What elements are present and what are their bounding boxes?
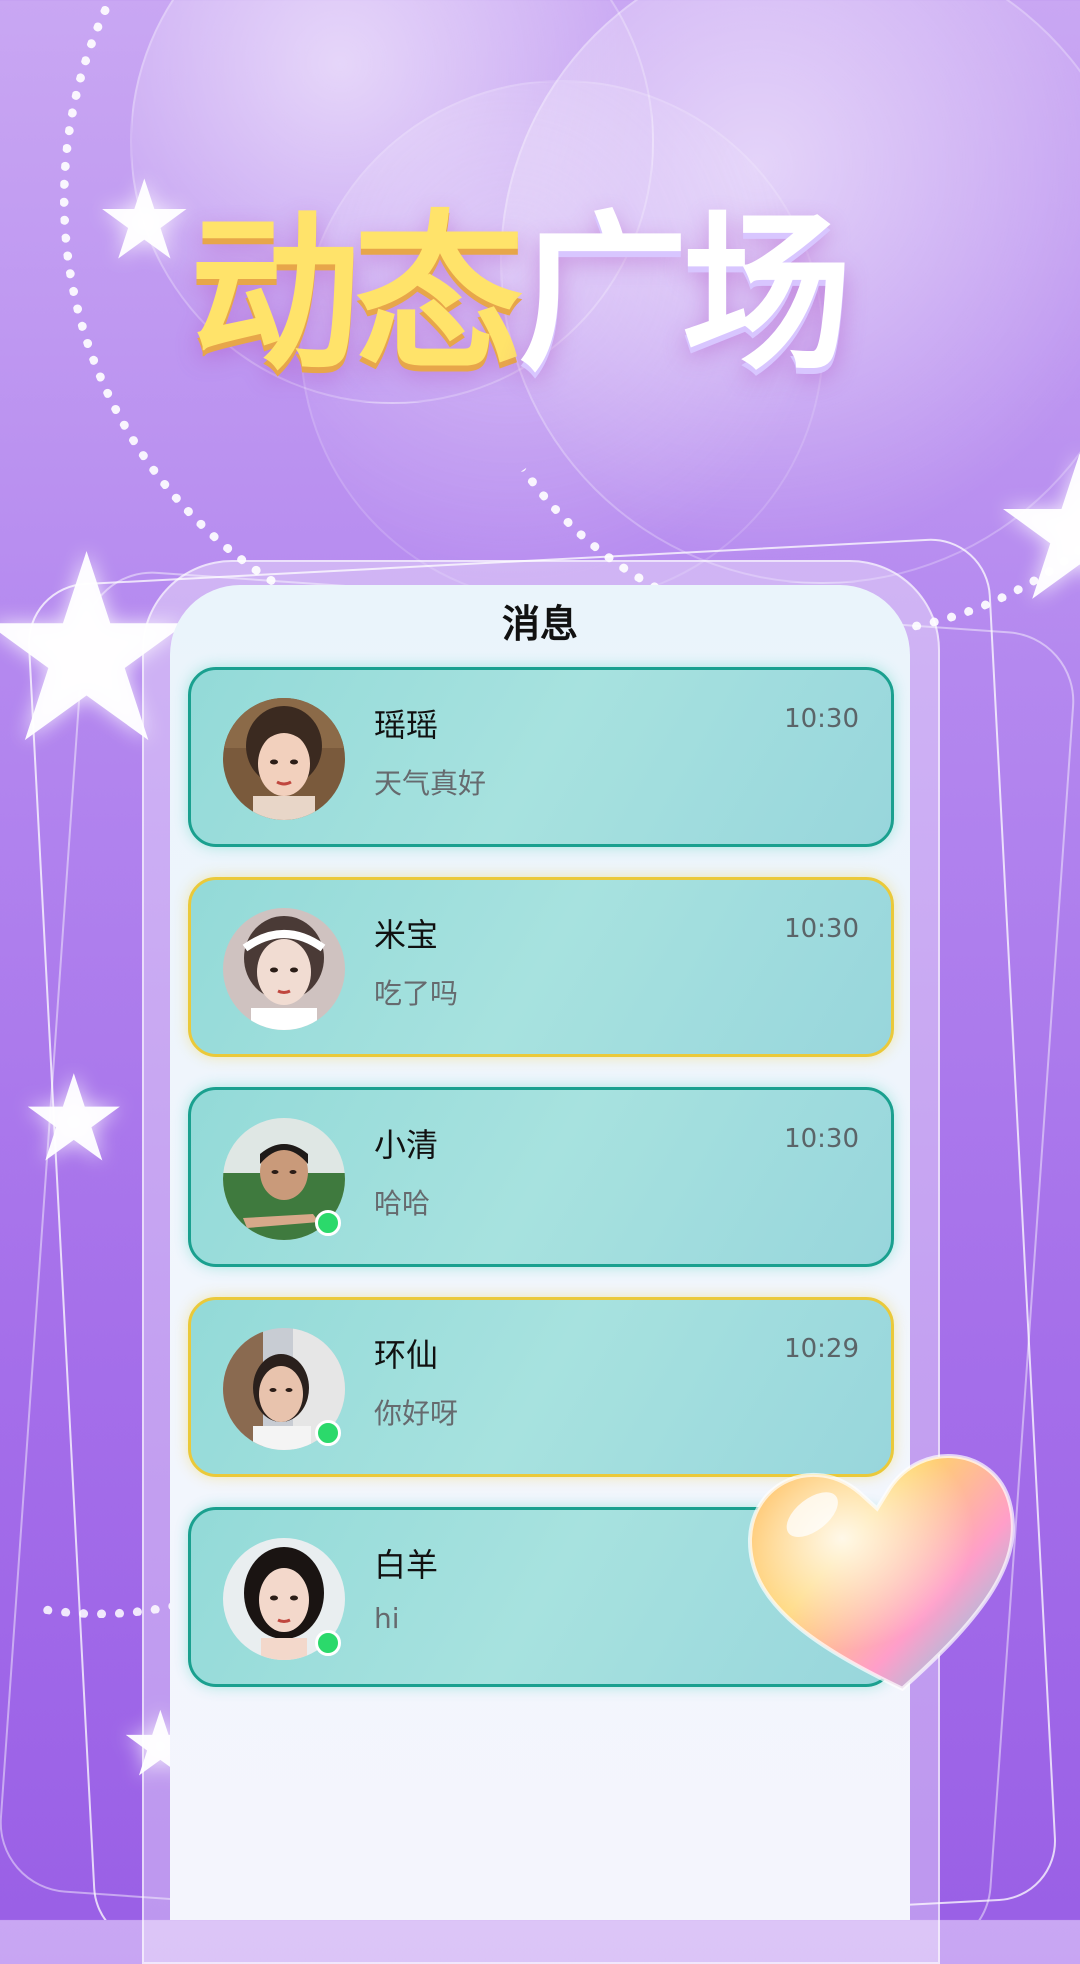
headline-part-2: 广场 bbox=[518, 196, 852, 394]
page-title: 消息 bbox=[501, 602, 578, 646]
headline-part-1: 动态 bbox=[190, 196, 524, 394]
avatar[interactable] bbox=[223, 1118, 345, 1240]
avatar-image bbox=[223, 908, 345, 1030]
online-status-dot bbox=[315, 1630, 341, 1656]
contact-name: 瑶瑶 bbox=[374, 706, 439, 744]
contact-name: 小清 bbox=[374, 1126, 439, 1164]
message-item[interactable]: 小清 哈哈 10:30 bbox=[188, 1087, 894, 1267]
message-preview: 你好呀 bbox=[374, 1397, 459, 1430]
message-time: 10:29 bbox=[784, 1334, 859, 1364]
message-time: 10:30 bbox=[784, 704, 859, 734]
message-preview: 吃了吗 bbox=[374, 977, 459, 1010]
contact-name: 白羊 bbox=[374, 1546, 439, 1584]
star-icon: ★ bbox=[95, 156, 194, 284]
message-preview: 天气真好 bbox=[374, 767, 487, 800]
online-status-dot bbox=[315, 1210, 341, 1236]
contact-name: 米宝 bbox=[374, 916, 439, 954]
message-time: 10:30 bbox=[784, 914, 859, 944]
contact-name: 环仙 bbox=[374, 1336, 439, 1374]
online-status-dot bbox=[315, 1420, 341, 1446]
avatar[interactable] bbox=[223, 698, 345, 820]
star-icon: ★ bbox=[990, 413, 1080, 646]
promo-headline: 动态广场 bbox=[190, 210, 852, 380]
avatar[interactable] bbox=[223, 1538, 345, 1660]
avatar[interactable] bbox=[223, 908, 345, 1030]
phone-screen: 消息 瑶瑶 天气真好 10:30 米宝 吃了吗 10:30 小清 哈哈 10:3… bbox=[170, 585, 910, 1920]
message-preview: hi bbox=[374, 1602, 400, 1635]
glossy-heart-icon bbox=[735, 1420, 1035, 1710]
message-item[interactable]: 瑶瑶 天气真好 10:30 bbox=[188, 667, 894, 847]
message-preview: 哈哈 bbox=[374, 1187, 431, 1220]
message-item[interactable]: 米宝 吃了吗 10:30 bbox=[188, 877, 894, 1057]
avatar-image bbox=[223, 698, 345, 820]
message-time: 10:30 bbox=[784, 1124, 859, 1154]
avatar[interactable] bbox=[223, 1328, 345, 1450]
